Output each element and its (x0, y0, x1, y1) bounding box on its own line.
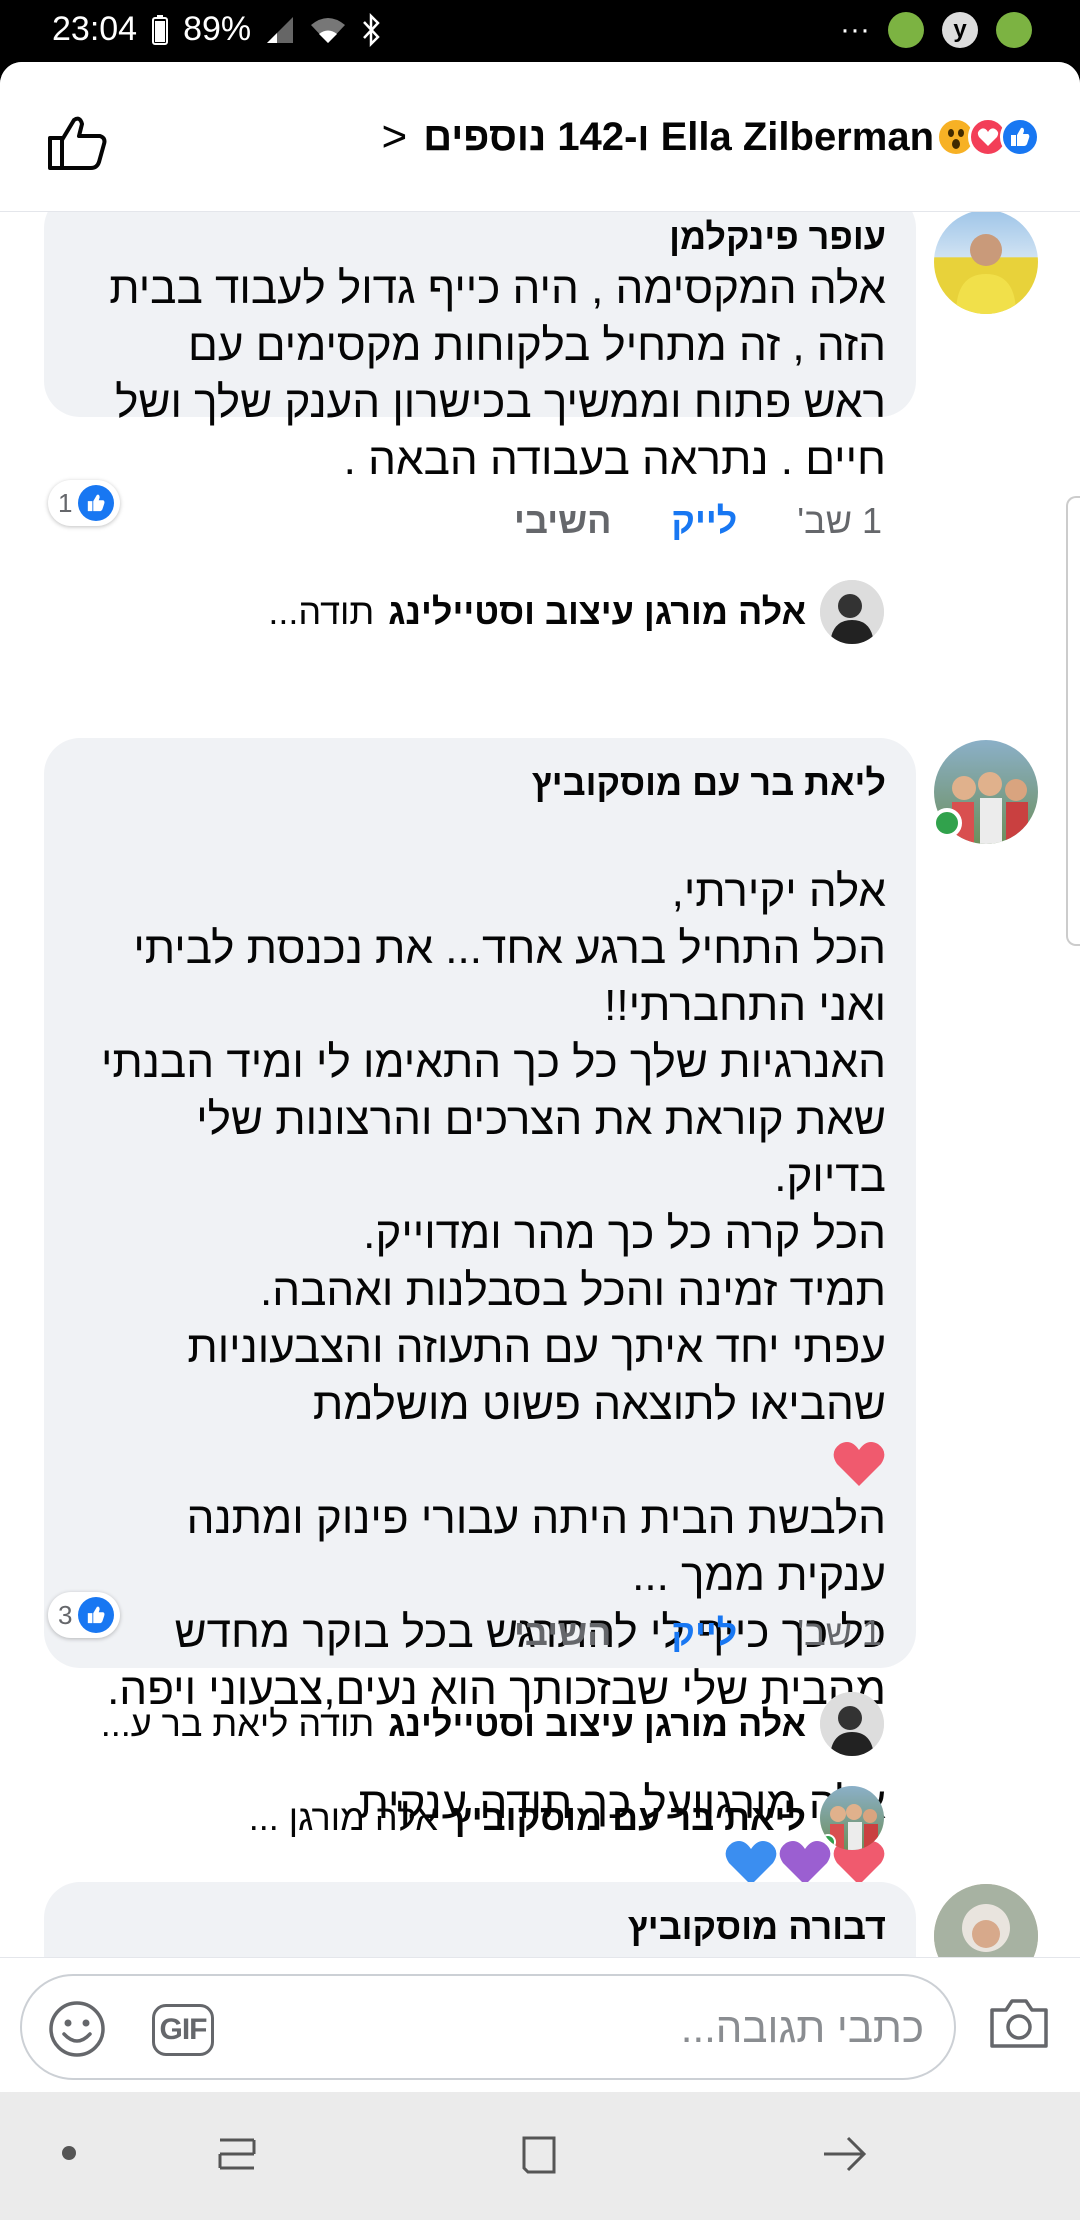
comment-author[interactable]: דבורה מוסקוביץ (74, 1904, 886, 1950)
signal-icon (267, 16, 294, 43)
comment-text-block: אלה יקירתי, הכל התחיל ברגע אחד... את נכנ… (74, 806, 886, 1490)
battery-percent: 89% (183, 10, 252, 48)
android-icon (996, 12, 1032, 48)
reply-preview[interactable]: אלה מורגן עיצוב וסטיילינג תודה ליאת בר ע… (101, 1692, 884, 1756)
status-left: 23:04 89% (52, 10, 383, 49)
home-icon[interactable] (518, 2132, 564, 2178)
comment-author[interactable]: ליאת בר עם מוסקוביץ (74, 760, 886, 806)
reply-button[interactable]: השיבי (514, 1612, 611, 1654)
reactors-title: Ella Zilberman ו-142 נוספים (423, 114, 934, 159)
like-icon (78, 485, 115, 521)
back-icon[interactable] (820, 2134, 868, 2174)
reaction-count: 1 (58, 487, 73, 518)
like-outline-icon[interactable] (46, 114, 108, 170)
comment-author[interactable]: עופר פינקלמן (74, 214, 886, 260)
comment-time[interactable]: 1 שב' (797, 1612, 882, 1654)
reactions-summary[interactable]: Ella Zilberman ו-142 נוספים > (381, 112, 1040, 162)
comment-input[interactable]: GIF כתבי תגובה... (20, 1974, 956, 2080)
gif-icon[interactable]: GIF (152, 2004, 214, 2056)
reply-author: אלה מורגן עיצוב וסטיילינג (388, 1703, 806, 1744)
reply-preview[interactable]: ליאת בר עם מוסקוביץ אלה מורגן ... (249, 1786, 884, 1850)
more-notifications-icon: ··· (840, 13, 870, 46)
avatar (820, 580, 884, 644)
reactions-header: Ella Zilberman ו-142 נוספים > (0, 62, 1080, 212)
reply-preview[interactable]: אלה מורגן עיצוב וסטיילינג תודה... (268, 580, 884, 644)
reaction-icons (936, 117, 1040, 157)
reaction-count-badge[interactable]: 1 (48, 480, 121, 526)
clock: 23:04 (52, 10, 138, 48)
y-app-icon: y (942, 12, 978, 48)
comment-composer: GIF כתבי תגובה... (0, 1957, 1080, 2092)
avatar (820, 1786, 884, 1850)
like-button[interactable]: לייק (671, 500, 737, 542)
reply-button[interactable]: השיבי (514, 500, 611, 542)
scrollbar-handle[interactable] (1066, 496, 1080, 946)
like-icon (1000, 117, 1040, 157)
comment-text: אלה יקירתי, הכל התחיל ברגע אחד... את נכנ… (100, 867, 886, 1429)
status-right: ··· y (840, 12, 1032, 48)
reaction-count-badge[interactable]: 3 (48, 1592, 121, 1638)
reply-text: תודה... (268, 591, 375, 632)
comment-text: אלה המקסימה , היה כייף גדול לעבוד בבית ה… (109, 264, 886, 484)
comments-list: עופר פינקלמן אלה המקסימה , היה כייף גדול… (0, 212, 1080, 1957)
nav-dot-icon[interactable] (60, 2144, 78, 2162)
comment-actions: 1 שב' לייק השיבי (514, 1612, 882, 1654)
comment-bubble[interactable]: דבורה מוסקוביץ (44, 1882, 916, 1957)
recent-apps-icon[interactable] (214, 2132, 260, 2176)
comment-text-continued: הלבשת הבית היתה עבורי פינוק ומתנה ענקית … (107, 1494, 886, 1714)
reaction-count: 3 (58, 1599, 73, 1630)
avatar[interactable] (934, 1884, 1038, 1957)
reply-author: אלה מורגן עיצוב וסטיילינג (388, 591, 806, 632)
emoji-icon[interactable] (48, 2000, 106, 2058)
comment-placeholder: כתבי תגובה... (680, 2004, 924, 2051)
bluetooth-icon (363, 12, 380, 47)
red-heart-icon (833, 1442, 885, 1487)
online-indicator (932, 808, 962, 838)
avatar[interactable] (934, 212, 1038, 314)
comment-bubble[interactable]: עופר פינקלמן אלה המקסימה , היה כייף גדול… (44, 212, 916, 484)
wifi-icon (311, 17, 346, 43)
system-nav-bar (0, 2092, 1080, 2220)
comment-bubble[interactable]: ליאת בר עם מוסקוביץ אלה יקירתי, הכל התחי… (44, 738, 916, 1886)
comment-actions: 1 שב' לייק השיבי (514, 500, 882, 542)
comment-time[interactable]: 1 שב' (797, 500, 882, 542)
reply-author: ליאת בר עם מוסקוביץ (451, 1797, 806, 1838)
status-bar: 23:04 89% ··· y (0, 0, 1080, 62)
reply-text: אלה מורגן ... (248, 1797, 438, 1838)
like-button[interactable]: לייק (671, 1612, 737, 1654)
chevron-right-icon: > (381, 112, 408, 161)
reply-text: תודה ליאת בר ע... (100, 1703, 375, 1744)
android-icon (888, 12, 924, 48)
comments-sheet: Ella Zilberman ו-142 נוספים > עופר פינקל… (0, 62, 1080, 2092)
camera-icon[interactable] (988, 1996, 1050, 2050)
avatar (820, 1692, 884, 1756)
battery-icon (152, 14, 169, 45)
like-icon (78, 1597, 115, 1633)
